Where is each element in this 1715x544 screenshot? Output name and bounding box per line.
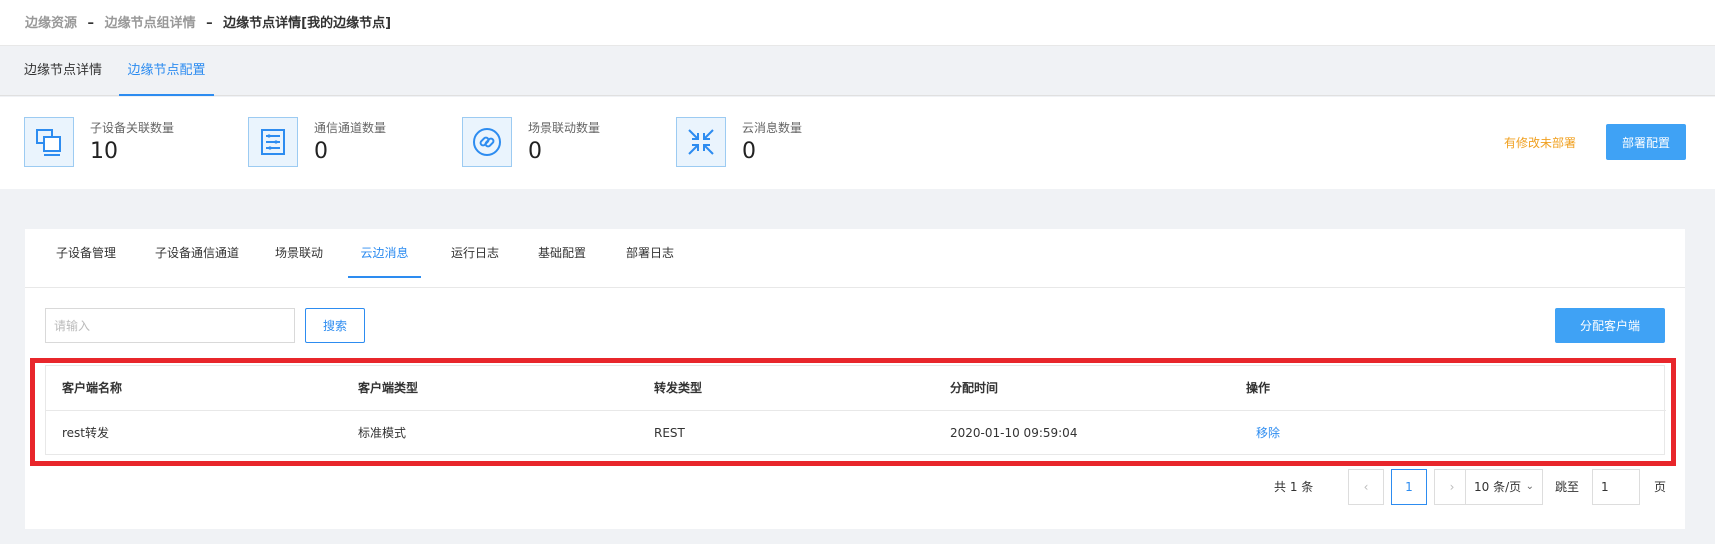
prev-page-button[interactable]: ‹ [1348, 469, 1384, 505]
breadcrumb-separator: – [206, 16, 213, 31]
chevron-right-icon: › [1449, 480, 1455, 494]
cell-assigned-time: 2020-01-10 09:59:04 [950, 426, 1078, 440]
tab-node-config[interactable]: 边缘节点配置 [119, 47, 214, 96]
tab-basic-config[interactable]: 基础配置 [538, 229, 586, 278]
tab-cloud-edge-message[interactable]: 云边消息 [348, 229, 421, 278]
search-input[interactable] [45, 308, 295, 343]
main-panel: 子设备管理 子设备通信通道 场景联动 云边消息 运行日志 基础配置 部署日志 搜… [25, 229, 1685, 529]
page-size-value: 10 条/页 [1474, 480, 1522, 494]
link-icon [462, 117, 512, 167]
cell-client-name: rest转发 [62, 426, 110, 440]
total-count: 共 1 条 [1274, 480, 1314, 494]
cell-forward-type: REST [654, 426, 685, 440]
breadcrumb-current: 边缘节点详情[我的边缘节点] [223, 16, 392, 31]
remove-link[interactable]: 移除 [1256, 411, 1280, 456]
page-size-select[interactable]: 10 条/页 ⌄ [1465, 469, 1543, 505]
column-header-assigned-time: 分配时间 [950, 381, 999, 395]
page-number-button[interactable]: 1 [1391, 469, 1427, 505]
channel-list-icon [248, 117, 298, 167]
stat-value: 0 [528, 139, 542, 164]
search-button[interactable]: 搜索 [305, 308, 365, 343]
stat-label: 云消息数量 [742, 121, 803, 135]
stat-value: 0 [742, 139, 756, 164]
client-table: 客户端名称 客户端类型 转发类型 分配时间 操作 rest转发 标准模式 RES… [45, 365, 1666, 456]
tab-device-channel[interactable]: 子设备通信通道 [155, 229, 239, 278]
stat-label: 通信通道数量 [314, 121, 387, 135]
stats-bar: 子设备关联数量 10 通信通道数量 0 场景联动数量 0 云消息数量 0 [0, 97, 1715, 189]
stat-label: 场景联动数量 [528, 121, 601, 135]
cell-client-type: 标准模式 [358, 426, 407, 440]
top-tabs: 边缘节点详情 边缘节点配置 [0, 47, 1715, 96]
table-row: rest转发 标准模式 REST 2020-01-10 09:59:04 移除 [46, 411, 1666, 456]
unsaved-changes-notice: 有修改未部署 [1504, 136, 1577, 150]
breadcrumb: 边缘资源 – 边缘节点组详情 – 边缘节点详情[我的边缘节点] [0, 0, 1715, 46]
chevron-left-icon: ‹ [1363, 480, 1369, 494]
breadcrumb-item-edge-resources[interactable]: 边缘资源 [25, 16, 77, 31]
deploy-config-button[interactable]: 部署配置 [1606, 124, 1686, 160]
pagination: 共 1 条 ‹ 1 › 10 条/页 ⌄ 跳至 页 [25, 465, 1685, 505]
jump-page-input[interactable] [1592, 469, 1640, 505]
tab-scene-link[interactable]: 场景联动 [275, 229, 323, 278]
tab-runtime-log[interactable]: 运行日志 [451, 229, 499, 278]
arrows-converge-icon [676, 117, 726, 167]
tab-node-details[interactable]: 边缘节点详情 [24, 47, 102, 96]
column-header-actions: 操作 [1246, 381, 1271, 395]
breadcrumb-separator: – [87, 16, 95, 31]
device-link-icon [24, 117, 74, 167]
page-unit-label: 页 [1654, 480, 1667, 494]
column-header-client-type: 客户端类型 [358, 381, 419, 395]
stat-value: 0 [314, 139, 328, 164]
chevron-down-icon: ⌄ [1525, 481, 1534, 492]
stat-value: 10 [90, 139, 118, 164]
column-header-client-name: 客户端名称 [62, 381, 123, 395]
breadcrumb-item-node-group[interactable]: 边缘节点组详情 [105, 16, 196, 31]
stat-label: 子设备关联数量 [90, 121, 175, 135]
assign-client-button[interactable]: 分配客户端 [1555, 308, 1665, 343]
table-header: 客户端名称 客户端类型 转发类型 分配时间 操作 [46, 366, 1666, 411]
tab-deploy-log[interactable]: 部署日志 [626, 229, 674, 278]
jump-label: 跳至 [1555, 480, 1580, 494]
sub-tabs: 子设备管理 子设备通信通道 场景联动 云边消息 运行日志 基础配置 部署日志 [25, 229, 1685, 288]
column-header-forward-type: 转发类型 [654, 381, 703, 395]
tab-device-management[interactable]: 子设备管理 [56, 229, 116, 278]
